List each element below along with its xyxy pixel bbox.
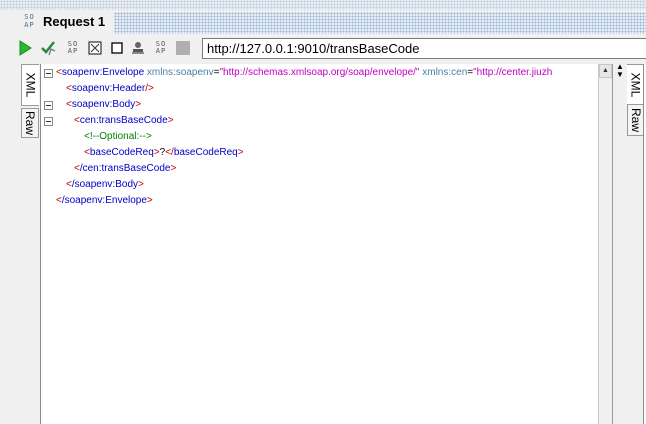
maximize-editor-icon[interactable] <box>86 39 104 57</box>
editor-vertical-scrollbar[interactable]: ▲ <box>598 64 612 424</box>
request-title-bar: SO AP Request 1 <box>0 0 646 34</box>
xml-line-basecode: <baseCodeReq>?</baseCodeReq> <box>84 147 244 158</box>
fold-body-icon[interactable] <box>44 101 53 110</box>
request-title: Request 1 <box>43 14 106 29</box>
add-user-icon[interactable] <box>129 39 147 57</box>
tab-xml-response-label: XML <box>628 72 643 98</box>
xml-line-envelope-close: </soapenv:Envelope> <box>56 195 153 206</box>
split-pane-arrows-icon[interactable]: ▲ ▼ <box>614 63 626 83</box>
tab-raw-label: Raw <box>23 110 38 136</box>
editor-divider <box>612 64 613 424</box>
tab-raw-request[interactable]: Raw <box>21 108 39 138</box>
soap-icon[interactable]: SO AP <box>152 39 170 57</box>
tab-xml-request[interactable]: XML <box>21 64 39 106</box>
title-pattern <box>114 12 646 34</box>
submit-request-icon[interactable] <box>16 39 34 57</box>
xml-line-trans-open: <cen:transBaseCode> <box>74 115 174 126</box>
tab-xml-label: XML <box>23 72 38 98</box>
xml-line-body-close: </soapenv:Body> <box>66 179 144 190</box>
soap-format-icon[interactable]: SO AP <box>64 39 82 57</box>
soap-request-icon: SO AP <box>24 13 35 29</box>
endpoint-url-input[interactable] <box>202 38 646 59</box>
scroll-up-icon[interactable]: ▲ <box>599 64 612 78</box>
xml-line-comment: <!--Optional:--> <box>84 131 152 142</box>
xml-line-header: <soapenv:Header/> <box>66 83 154 94</box>
xml-line-trans-close: </cen:transBaseCode> <box>74 163 177 174</box>
validate-icon[interactable] <box>39 39 57 57</box>
xml-line-body-open: <soapenv:Body> <box>66 99 142 110</box>
xml-line-envelope: <soapenv:Envelope xmlns:soapenv="http://… <box>56 67 553 78</box>
stop-icon[interactable] <box>108 39 126 57</box>
fold-transbasecode-icon[interactable] <box>44 117 53 126</box>
fold-envelope-icon[interactable] <box>44 69 53 78</box>
title-background <box>0 0 646 10</box>
disabled-square-icon <box>174 39 192 57</box>
tab-raw-response-label: Raw <box>629 107 644 133</box>
xml-request-editor[interactable]: <soapenv:Envelope xmlns:soapenv="http://… <box>40 64 613 424</box>
